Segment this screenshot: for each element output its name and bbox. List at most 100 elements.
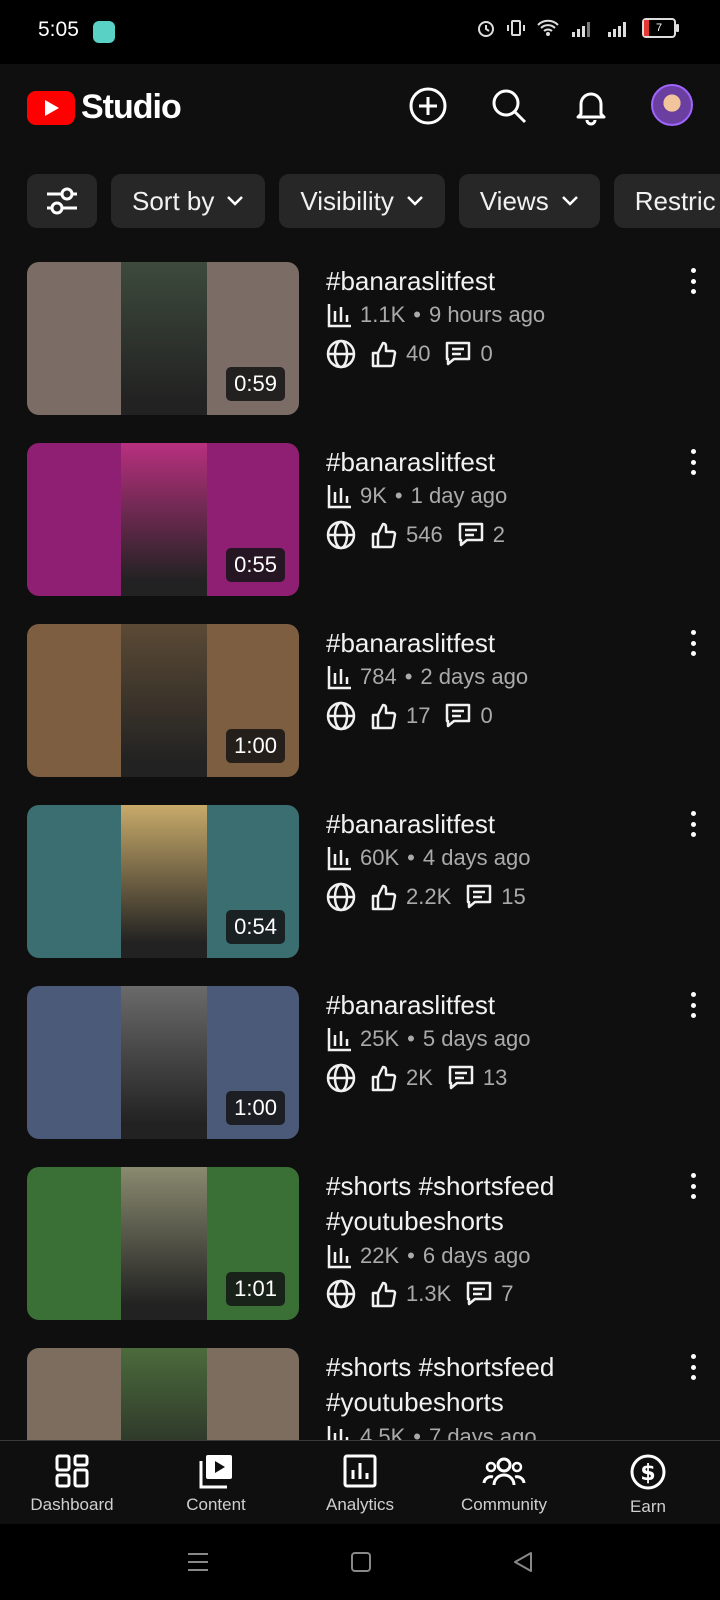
likes: 2.2K bbox=[370, 883, 451, 911]
add-circle-icon bbox=[409, 87, 447, 125]
more-dot bbox=[690, 268, 696, 273]
video-duration: 1:00 bbox=[226, 729, 285, 763]
video-stats: 2K 13 bbox=[326, 1063, 521, 1093]
more-dot bbox=[690, 278, 696, 284]
video-thumbnail[interactable]: 1:00 bbox=[27, 986, 299, 1139]
video-row[interactable]: 0:55 #banaraslitfest 9K • 1 day ago 546 … bbox=[0, 443, 720, 624]
comment-icon bbox=[446, 703, 471, 728]
more-options-button[interactable] bbox=[686, 447, 700, 477]
meta-separator: • bbox=[407, 1243, 415, 1268]
video-title[interactable]: #banaraslitfest bbox=[326, 445, 656, 480]
notifications-button[interactable] bbox=[569, 84, 613, 128]
chip-label: Sort by bbox=[132, 185, 215, 216]
filter-settings-button[interactable] bbox=[27, 174, 97, 228]
video-row[interactable]: 1:01 #shorts #shortsfeed #youtubeshorts … bbox=[0, 1167, 720, 1348]
more-dot bbox=[690, 640, 696, 646]
comment-count: 13 bbox=[482, 1065, 508, 1090]
chevron-down-icon bbox=[406, 196, 423, 206]
more-options-button[interactable] bbox=[686, 628, 700, 658]
sort-by-chip[interactable]: Sort by bbox=[111, 174, 266, 228]
comments: 0 bbox=[444, 702, 493, 730]
video-meta: 22K • 6 days ago bbox=[326, 1243, 531, 1269]
video-title[interactable]: #banaraslitfest bbox=[326, 264, 656, 299]
publish-age: 2 days ago bbox=[420, 664, 529, 689]
video-row[interactable]: 1:00 #banaraslitfest 25K • 5 days ago 2K… bbox=[0, 986, 720, 1167]
video-stats: 546 2 bbox=[326, 520, 519, 550]
likes: 546 bbox=[370, 521, 443, 549]
thumbnail-image bbox=[121, 624, 207, 777]
visibility-public bbox=[326, 339, 356, 369]
vibrate-icon bbox=[507, 20, 525, 36]
video-thumbnail[interactable]: 0:54 bbox=[27, 805, 299, 958]
video-row[interactable]: 1:00 #banaraslitfest 784 • 2 days ago 17… bbox=[0, 624, 720, 805]
earn-icon: $ bbox=[630, 1454, 666, 1490]
chip-label: Views bbox=[479, 185, 549, 216]
more-options-button[interactable] bbox=[686, 809, 700, 839]
comment-icon bbox=[448, 1065, 474, 1090]
youtube-studio-logo[interactable]: Studio bbox=[27, 88, 182, 127]
analytics-icon bbox=[343, 1454, 377, 1488]
visibility-public bbox=[326, 1279, 356, 1309]
more-dot bbox=[690, 1354, 696, 1359]
comment-icon bbox=[467, 884, 492, 909]
signal-icon-2 bbox=[608, 22, 626, 37]
back-triangle-icon[interactable] bbox=[512, 1551, 534, 1573]
video-row[interactable]: 0:59 #banaraslitfest 1.1K • 9 hours ago … bbox=[0, 262, 720, 443]
video-stats: 40 0 bbox=[326, 339, 507, 369]
like-count: 17 bbox=[406, 703, 431, 728]
nav-community[interactable]: Community bbox=[432, 1441, 576, 1525]
video-thumbnail[interactable] bbox=[27, 1348, 299, 1440]
thumbnail-image bbox=[121, 1167, 207, 1320]
view-count: 22K bbox=[360, 1243, 400, 1268]
visibility-chip[interactable]: Visibility bbox=[279, 174, 445, 228]
video-duration: 1:00 bbox=[226, 1091, 285, 1125]
like-count: 40 bbox=[406, 341, 431, 366]
video-meta: 4.5K • 7 days ago bbox=[326, 1424, 537, 1440]
search-button[interactable] bbox=[487, 84, 531, 128]
visibility-public bbox=[326, 520, 356, 550]
comment-count: 2 bbox=[492, 522, 505, 547]
more-options-button[interactable] bbox=[686, 266, 700, 296]
status-time: 5:05 bbox=[38, 18, 79, 41]
account-avatar[interactable] bbox=[651, 84, 693, 126]
recents-menu-icon[interactable] bbox=[186, 1551, 210, 1573]
video-thumbnail[interactable]: 1:00 bbox=[27, 624, 299, 777]
more-options-button[interactable] bbox=[686, 1171, 700, 1201]
video-row[interactable]: 0:54 #banaraslitfest 60K • 4 days ago 2.… bbox=[0, 805, 720, 986]
video-row[interactable]: #shorts #shortsfeed #youtubeshorts 4.5K … bbox=[0, 1348, 720, 1440]
more-options-button[interactable] bbox=[686, 990, 700, 1020]
alarm-icon bbox=[478, 21, 494, 37]
views-chip[interactable]: Views bbox=[458, 174, 600, 228]
video-title[interactable]: #banaraslitfest bbox=[326, 807, 656, 842]
view-count: 784 bbox=[360, 664, 397, 689]
battery-indicator: 7 bbox=[642, 18, 679, 38]
thumbnail-image bbox=[121, 1348, 207, 1440]
comments: 13 bbox=[447, 1064, 507, 1092]
globe-icon bbox=[326, 339, 356, 369]
video-thumbnail[interactable]: 0:59 bbox=[27, 262, 299, 415]
publish-age: 7 days ago bbox=[428, 1424, 537, 1440]
video-title[interactable]: #shorts #shortsfeed #youtubeshorts bbox=[326, 1350, 656, 1420]
video-title[interactable]: #banaraslitfest bbox=[326, 988, 656, 1023]
chip-label: Restric bbox=[634, 185, 716, 216]
publish-age: 5 days ago bbox=[422, 1026, 531, 1051]
more-options-button[interactable] bbox=[686, 1352, 700, 1382]
youtube-play-icon bbox=[27, 90, 75, 125]
thumbs-up-icon bbox=[371, 1065, 397, 1092]
thumbs-up-icon bbox=[371, 703, 397, 730]
nav-earn[interactable]: $ Earn bbox=[576, 1441, 720, 1525]
restrictions-chip[interactable]: Restric bbox=[613, 174, 720, 228]
video-thumbnail[interactable]: 1:01 bbox=[27, 1167, 299, 1320]
video-title[interactable]: #shorts #shortsfeed #youtubeshorts bbox=[326, 1169, 656, 1239]
video-title[interactable]: #banaraslitfest bbox=[326, 626, 656, 661]
home-square-icon[interactable] bbox=[350, 1551, 372, 1573]
nav-analytics[interactable]: Analytics bbox=[288, 1441, 432, 1525]
video-thumbnail[interactable]: 0:55 bbox=[27, 443, 299, 596]
nav-label: Analytics bbox=[325, 1495, 395, 1514]
create-button[interactable] bbox=[406, 84, 450, 128]
video-list[interactable]: 0:59 #banaraslitfest 1.1K • 9 hours ago … bbox=[0, 262, 720, 1440]
analytics-small-icon bbox=[327, 304, 351, 328]
nav-content[interactable]: Content bbox=[144, 1441, 288, 1525]
community-icon bbox=[482, 1457, 526, 1486]
nav-dashboard[interactable]: Dashboard bbox=[0, 1441, 144, 1525]
